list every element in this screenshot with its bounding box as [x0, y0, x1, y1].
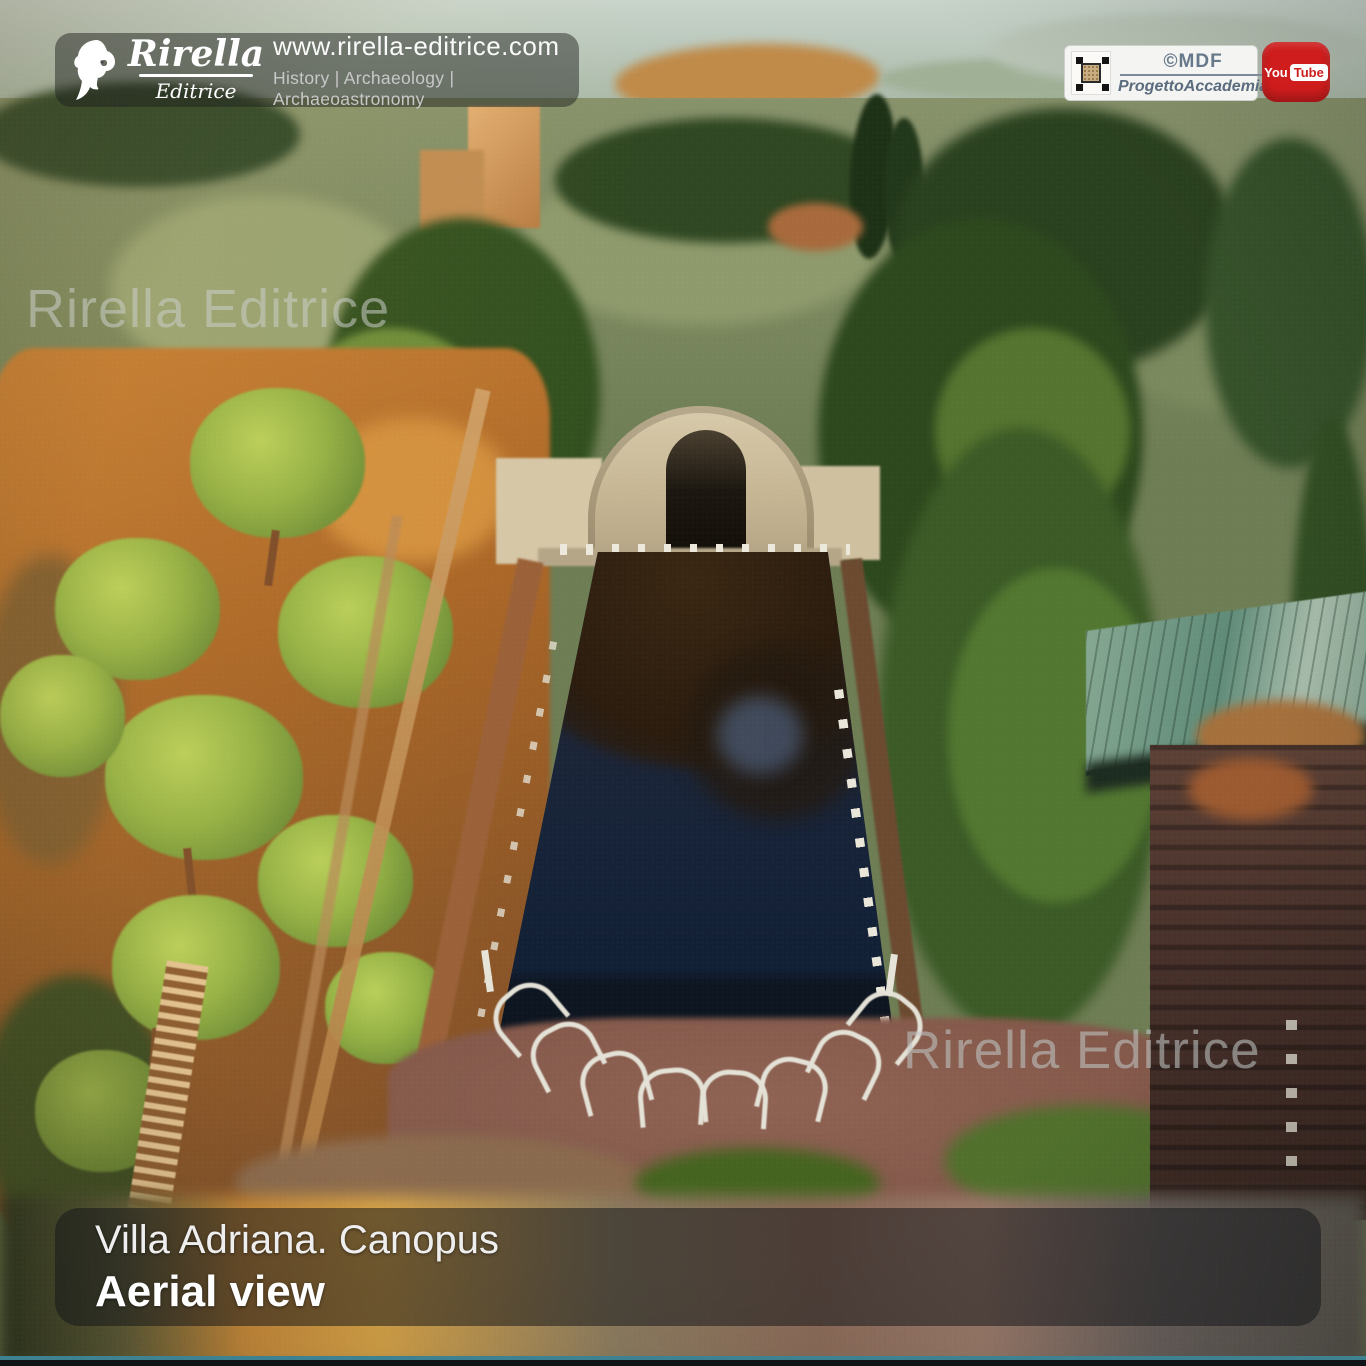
mdf-project-name: ProgettoAccademia [1118, 78, 1268, 96]
mdf-credit-card: ©MDF ProgettoAccademia [1064, 45, 1258, 101]
video-frame: Rirella Editrice Rirella Editrice Rirell… [0, 0, 1366, 1366]
mdf-credit-text: ©MDF ProgettoAccademia [1118, 51, 1268, 96]
aerial-photo [0, 0, 1366, 1366]
wordmark-underline [139, 74, 253, 77]
youtube-label-you: You [1264, 65, 1288, 80]
film-grain [0, 0, 1366, 1366]
publisher-wordmark: Rirella Editrice [135, 37, 257, 103]
caption-subtitle: Aerial view [95, 1267, 1321, 1317]
mdf-divider [1120, 74, 1266, 76]
youtube-label-tube: Tube [1290, 64, 1328, 81]
watermark-text: Rirella Editrice [26, 278, 390, 340]
publisher-info: www.rirella-editrice.com History | Archa… [273, 31, 563, 110]
frame-bottom-edge [0, 1356, 1366, 1366]
publisher-tagline: History | Archaeology | Archaeoastronomy [273, 68, 563, 110]
publisher-logo-card: Rirella Editrice www.rirella-editrice.co… [55, 33, 579, 107]
publisher-subname: Editrice [156, 79, 237, 103]
youtube-icon[interactable]: YouTube [1262, 42, 1330, 102]
mdf-emblem-icon [1071, 51, 1111, 95]
mdf-copyright: ©MDF [1118, 51, 1268, 73]
caption-title: Villa Adriana. Canopus [95, 1218, 1321, 1263]
watermark-text: Rirella Editrice [903, 1020, 1261, 1081]
caption-bar: Villa Adriana. Canopus Aerial view [55, 1208, 1321, 1326]
website-link[interactable]: www.rirella-editrice.com [273, 31, 563, 62]
publisher-name: Rirella [128, 37, 264, 71]
emblem-center-mosaic [1081, 63, 1101, 83]
athena-head-icon [71, 38, 121, 102]
